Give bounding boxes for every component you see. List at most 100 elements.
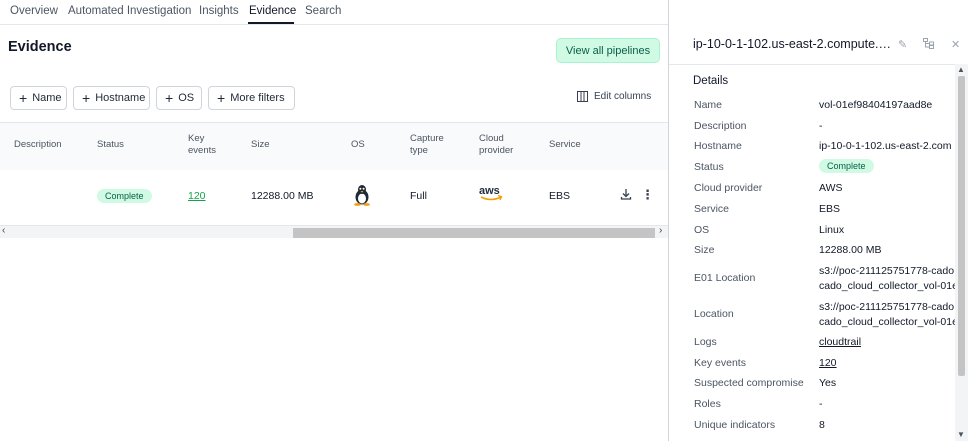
- logs-cloudtrail-link[interactable]: cloudtrail: [819, 336, 861, 348]
- field-label-key-events: Key events: [694, 357, 746, 369]
- col-capture-type-line1: Capture: [410, 133, 444, 144]
- field-value-os: Linux: [819, 224, 845, 236]
- field-label-service: Service: [694, 203, 730, 215]
- scrollbar-thumb[interactable]: [293, 228, 655, 238]
- col-service[interactable]: Service: [549, 139, 581, 151]
- cell-status: Complete: [97, 189, 152, 203]
- field-value-location: s3://poc-211125751778-cado: [819, 301, 955, 313]
- filter-label: More filters: [230, 92, 285, 104]
- field-label-suspected-compromise: Suspected compromise: [694, 377, 804, 389]
- horizontal-scrollbar[interactable]: ‹ ›: [0, 225, 668, 238]
- details-divider: [669, 64, 968, 65]
- field-label-size: Size: [694, 244, 715, 256]
- evidence-main: Evidence View all pipelines + Name + Hos…: [0, 25, 668, 441]
- plus-icon: +: [82, 90, 91, 106]
- more-filters-button[interactable]: + More filters: [208, 86, 295, 110]
- field-value-hostname: ip-10-0-1-102.us-east-2.com: [819, 140, 952, 152]
- edit-pencil-icon[interactable]: ✎: [898, 38, 907, 51]
- col-status[interactable]: Status: [97, 139, 124, 151]
- tab-overview[interactable]: Overview: [10, 5, 58, 17]
- aws-logo-icon: AWS: [479, 185, 503, 201]
- hierarchy-button[interactable]: [923, 38, 934, 52]
- filter-name-button[interactable]: + Name: [10, 86, 67, 110]
- plus-icon: +: [217, 90, 226, 106]
- col-cloud-provider-line1: Cloud: [479, 133, 504, 144]
- field-value-status: Complete: [819, 159, 874, 173]
- field-label-logs: Logs: [694, 336, 717, 348]
- kebab-menu-icon: ⋮: [641, 187, 654, 202]
- col-cloud-provider[interactable]: Cloud provider: [479, 133, 513, 157]
- status-badge: Complete: [97, 189, 152, 203]
- col-key-events[interactable]: Key events: [188, 133, 216, 157]
- scroll-right-arrow-icon[interactable]: ›: [659, 225, 662, 236]
- cell-service: EBS: [549, 190, 571, 202]
- field-label-unique-indicators: Unique indicators: [694, 419, 776, 431]
- key-events-link[interactable]: 120: [188, 190, 206, 202]
- col-key-events-line1: Key: [188, 133, 205, 144]
- details-section-title: Details: [693, 75, 729, 87]
- page-title: Evidence: [8, 39, 72, 55]
- top-nav: Overview Automated Investigation Insight…: [0, 0, 668, 25]
- col-capture-type[interactable]: Capture type: [410, 133, 444, 157]
- field-value-name: vol-01ef98404197aad8e: [819, 99, 933, 111]
- field-value-cloud-provider: AWS: [819, 182, 843, 194]
- col-capture-type-line2: type: [410, 145, 428, 156]
- details-title: ip-10-0-1-102.us-east-2.compute.internal: [693, 37, 893, 51]
- download-button[interactable]: [620, 188, 632, 203]
- aws-logo-text: AWS: [479, 185, 500, 197]
- field-label-os: OS: [694, 224, 710, 236]
- tab-automated-investigation[interactable]: Automated Investigation: [68, 5, 191, 17]
- col-size[interactable]: Size: [251, 139, 269, 151]
- field-value-unique-indicators: 8: [819, 419, 825, 431]
- col-os[interactable]: OS: [351, 139, 365, 151]
- field-label-name: Name: [694, 99, 723, 111]
- field-value-e01-location: s3://poc-211125751778-cado: [819, 265, 955, 277]
- cell-size: 12288.00 MB: [251, 190, 314, 202]
- scroll-left-arrow-icon[interactable]: ‹: [2, 225, 5, 236]
- filter-label: OS: [178, 92, 195, 104]
- cell-capture-type: Full: [410, 190, 427, 202]
- field-label-description: Description: [694, 120, 747, 132]
- close-icon[interactable]: ✕: [951, 38, 960, 51]
- field-value-roles: -: [819, 398, 823, 410]
- filter-label: Hostname: [95, 92, 146, 104]
- view-all-pipelines-button[interactable]: View all pipelines: [556, 38, 660, 63]
- field-value-description: -: [819, 120, 823, 132]
- tab-search[interactable]: Search: [305, 5, 341, 17]
- field-label-cloud-provider: Cloud provider: [694, 182, 763, 194]
- scrollbar-thumb[interactable]: [958, 76, 965, 376]
- tab-insights[interactable]: Insights: [199, 5, 239, 17]
- field-value-size: 12288.00 MB: [819, 244, 882, 256]
- table-row[interactable]: Complete 120 12288.00 MB Full AWS: [0, 170, 668, 225]
- key-events-detail-link[interactable]: 120: [819, 357, 837, 369]
- tab-evidence[interactable]: Evidence: [249, 5, 296, 17]
- field-label-roles: Roles: [694, 398, 721, 410]
- row-menu-button[interactable]: ⋮: [641, 187, 654, 203]
- field-label-hostname: Hostname: [694, 140, 742, 152]
- plus-icon: +: [19, 90, 28, 106]
- filter-hostname-button[interactable]: + Hostname: [73, 86, 150, 110]
- edit-columns-button[interactable]: Edit columns: [577, 91, 651, 102]
- status-badge: Complete: [819, 159, 874, 173]
- columns-icon: [577, 91, 588, 102]
- details-panel: ip-10-0-1-102.us-east-2.compute.internal…: [669, 0, 968, 441]
- filter-os-button[interactable]: + OS: [156, 86, 202, 110]
- scroll-down-arrow-icon[interactable]: ▼: [957, 430, 965, 439]
- linux-tux-icon: [354, 185, 370, 206]
- download-icon: [620, 189, 632, 200]
- field-label-status: Status: [694, 161, 724, 173]
- active-tab-indicator: [248, 22, 294, 24]
- vertical-scrollbar[interactable]: ▲ ▼: [955, 64, 968, 441]
- field-label-e01-location: E01 Location: [694, 272, 756, 284]
- col-description[interactable]: Description: [14, 139, 62, 151]
- col-cloud-provider-line2: provider: [479, 145, 514, 156]
- col-key-events-line2: events: [188, 145, 216, 156]
- scroll-up-arrow-icon[interactable]: ▲: [957, 65, 965, 74]
- filter-label: Name: [32, 92, 62, 104]
- field-value-location-line2: cado_cloud_collector_vol-01e: [819, 316, 958, 328]
- hierarchy-icon: [923, 38, 934, 49]
- field-value-e01-location-line2: cado_cloud_collector_vol-01e: [819, 280, 958, 292]
- plus-icon: +: [165, 90, 174, 106]
- cell-cloud-provider: AWS: [479, 184, 503, 205]
- field-value-suspected-compromise: Yes: [819, 377, 837, 389]
